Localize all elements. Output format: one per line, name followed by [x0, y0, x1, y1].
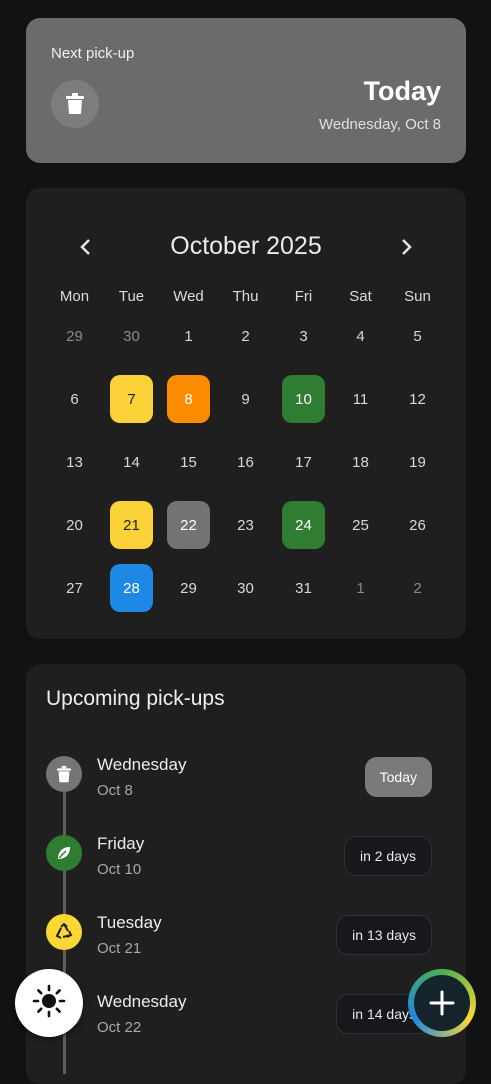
add-pickup-button[interactable]	[408, 969, 476, 1037]
upcoming-item[interactable]: Tuesday Oct 21 in 13 days	[26, 913, 466, 976]
upcoming-title: Upcoming pick-ups	[46, 687, 225, 710]
calendar-day[interactable]: 4	[339, 312, 382, 360]
upcoming-item-day: Friday	[97, 834, 145, 853]
calendar-day[interactable]: 17	[282, 438, 325, 486]
upcoming-item-badge: Today	[364, 757, 432, 797]
calendar-day[interactable]: 31	[282, 564, 325, 612]
calendar-day[interactable]: 14	[110, 438, 153, 486]
calendar-day[interactable]: 20	[53, 501, 96, 549]
calendar-day[interactable]: 25	[339, 501, 382, 549]
upcoming-item-day: Wednesday	[97, 755, 187, 774]
calendar-day[interactable]: 16	[224, 438, 267, 486]
upcoming-item[interactable]: Friday Oct 10 in 2 days	[26, 834, 466, 897]
trash-icon	[51, 80, 99, 128]
calendar-day[interactable]: 30	[224, 564, 267, 612]
upcoming-item[interactable]: Wednesday Oct 8 Today	[26, 755, 466, 818]
upcoming-item-badge: in 13 days	[336, 915, 432, 955]
calendar-day[interactable]: 19	[396, 438, 439, 486]
calendar-day[interactable]: 21	[110, 501, 153, 549]
calendar-day[interactable]: 9	[224, 375, 267, 423]
calendar-day[interactable]: 2	[224, 312, 267, 360]
upcoming-item-day: Wednesday	[97, 992, 187, 1011]
calendar-day[interactable]: 15	[167, 438, 210, 486]
calendar-day[interactable]: 12	[396, 375, 439, 423]
calendar-day[interactable]: 27	[53, 564, 96, 612]
calendar-day[interactable]: 11	[339, 375, 382, 423]
calendar-day[interactable]: 26	[396, 501, 439, 549]
theme-toggle-button[interactable]	[15, 969, 83, 1037]
next-pickup-date: Wednesday, Oct 8	[318, 116, 441, 133]
upcoming-item-date: Oct 22	[97, 1019, 142, 1036]
calendar-day[interactable]: 13	[53, 438, 96, 486]
calendar-day[interactable]: 1	[167, 312, 210, 360]
upcoming-item-badge: in 2 days	[343, 836, 432, 876]
next-pickup-day: Today	[363, 76, 441, 106]
calendar-day[interactable]: 10	[282, 375, 325, 423]
calendar-day[interactable]: 30	[110, 312, 153, 360]
calendar-day[interactable]: 6	[53, 375, 96, 423]
next-pickup-label: Next pick-up	[51, 45, 135, 62]
upcoming-item-date: Oct 21	[97, 940, 142, 957]
calendar-day[interactable]: 23	[224, 501, 267, 549]
chevron-right-icon[interactable]	[395, 235, 419, 259]
calendar-day[interactable]: 18	[339, 438, 382, 486]
weekday-label: Sun	[404, 288, 431, 305]
weekday-label: Thu	[232, 288, 259, 305]
calendar-day[interactable]: 5	[396, 312, 439, 360]
weekday-label: Tue	[118, 288, 145, 305]
calendar-day[interactable]: 8	[167, 375, 210, 423]
upcoming-item-date: Oct 8	[97, 782, 133, 799]
upcoming-item-day: Tuesday	[97, 913, 162, 932]
trash-icon	[46, 756, 82, 792]
calendar-day[interactable]: 29	[53, 312, 96, 360]
calendar-day[interactable]: 29	[167, 564, 210, 612]
plus-icon	[414, 975, 470, 1031]
upcoming-item-date: Oct 10	[97, 861, 142, 878]
recycle-icon	[46, 914, 82, 950]
calendar-card: October 2025 Mon Tue Wed Thu Fri Sat Sun 29 30 1…	[26, 188, 466, 639]
calendar-day[interactable]: 2	[396, 564, 439, 612]
upcoming-item[interactable]: Wednesday Oct 22 in 14 days	[26, 992, 466, 1055]
calendar-day[interactable]: 28	[110, 564, 153, 612]
sun-icon	[32, 984, 66, 1023]
leaf-icon	[46, 835, 82, 871]
next-pickup-card: Next pick-up Today Wednesday, Oct 8	[26, 18, 466, 163]
calendar-day[interactable]: 22	[167, 501, 210, 549]
calendar-day[interactable]: 24	[282, 501, 325, 549]
weekday-label: Sat	[349, 288, 372, 305]
calendar-day[interactable]: 1	[339, 564, 382, 612]
weekday-label: Fri	[294, 288, 313, 305]
weekday-label: Wed	[173, 288, 204, 305]
calendar-day[interactable]: 7	[110, 375, 153, 423]
weekday-label: Mon	[59, 288, 90, 305]
calendar-day[interactable]: 3	[282, 312, 325, 360]
upcoming-pickups-card: Upcoming pick-ups Wednesday Oct 8 Today Fri…	[26, 664, 466, 1084]
